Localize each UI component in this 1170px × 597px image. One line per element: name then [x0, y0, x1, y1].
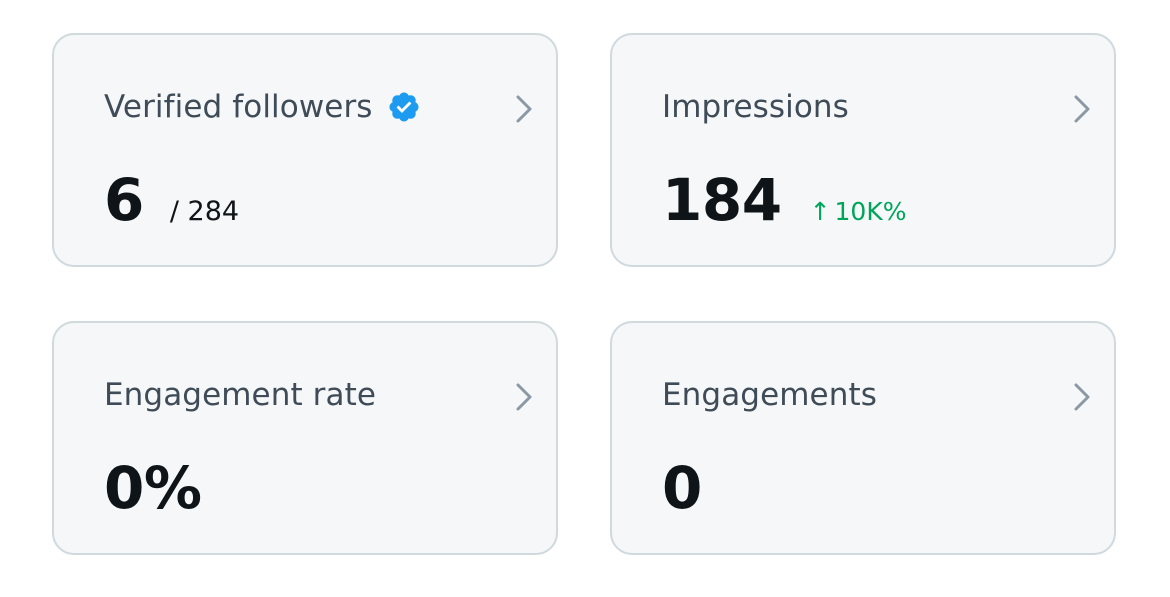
- verified-badge-icon: [389, 92, 419, 122]
- engagement-rate-card[interactable]: Engagement rate 0%: [52, 321, 558, 555]
- card-value-row: 0: [662, 453, 702, 523]
- card-title: Verified followers: [104, 87, 421, 127]
- change-percent: 10K%: [834, 197, 907, 226]
- card-value-row: 0%: [104, 453, 202, 523]
- chevron-right-icon[interactable]: [514, 93, 534, 125]
- total-followers: / 284: [169, 196, 240, 227]
- engagement-rate-value: 0%: [104, 454, 202, 522]
- impressions-value: 184: [662, 166, 782, 234]
- up-arrow-icon: ↑: [809, 197, 831, 226]
- card-value-row: 184 ↑ 10K%: [662, 165, 907, 235]
- card-title-label: Engagement rate: [104, 377, 377, 413]
- card-value-row: 6 / 284: [104, 165, 239, 235]
- verified-followers-value: 6: [104, 166, 144, 234]
- impressions-change: ↑ 10K%: [810, 197, 907, 226]
- engagements-card[interactable]: Engagements 0: [610, 321, 1116, 555]
- card-title-label: Impressions: [662, 89, 849, 125]
- impressions-card[interactable]: Impressions 184 ↑ 10K%: [610, 33, 1116, 267]
- card-title: Impressions: [662, 87, 849, 127]
- chevron-right-icon[interactable]: [514, 381, 534, 413]
- chevron-right-icon[interactable]: [1072, 93, 1092, 125]
- card-title-label: Verified followers: [104, 89, 373, 125]
- card-title: Engagement rate: [104, 375, 376, 415]
- chevron-right-icon[interactable]: [1072, 381, 1092, 413]
- card-title-label: Engagements: [662, 377, 877, 413]
- verified-followers-card[interactable]: Verified followers 6 / 284: [52, 33, 558, 267]
- card-title: Engagements: [662, 375, 877, 415]
- engagements-value: 0: [662, 454, 702, 522]
